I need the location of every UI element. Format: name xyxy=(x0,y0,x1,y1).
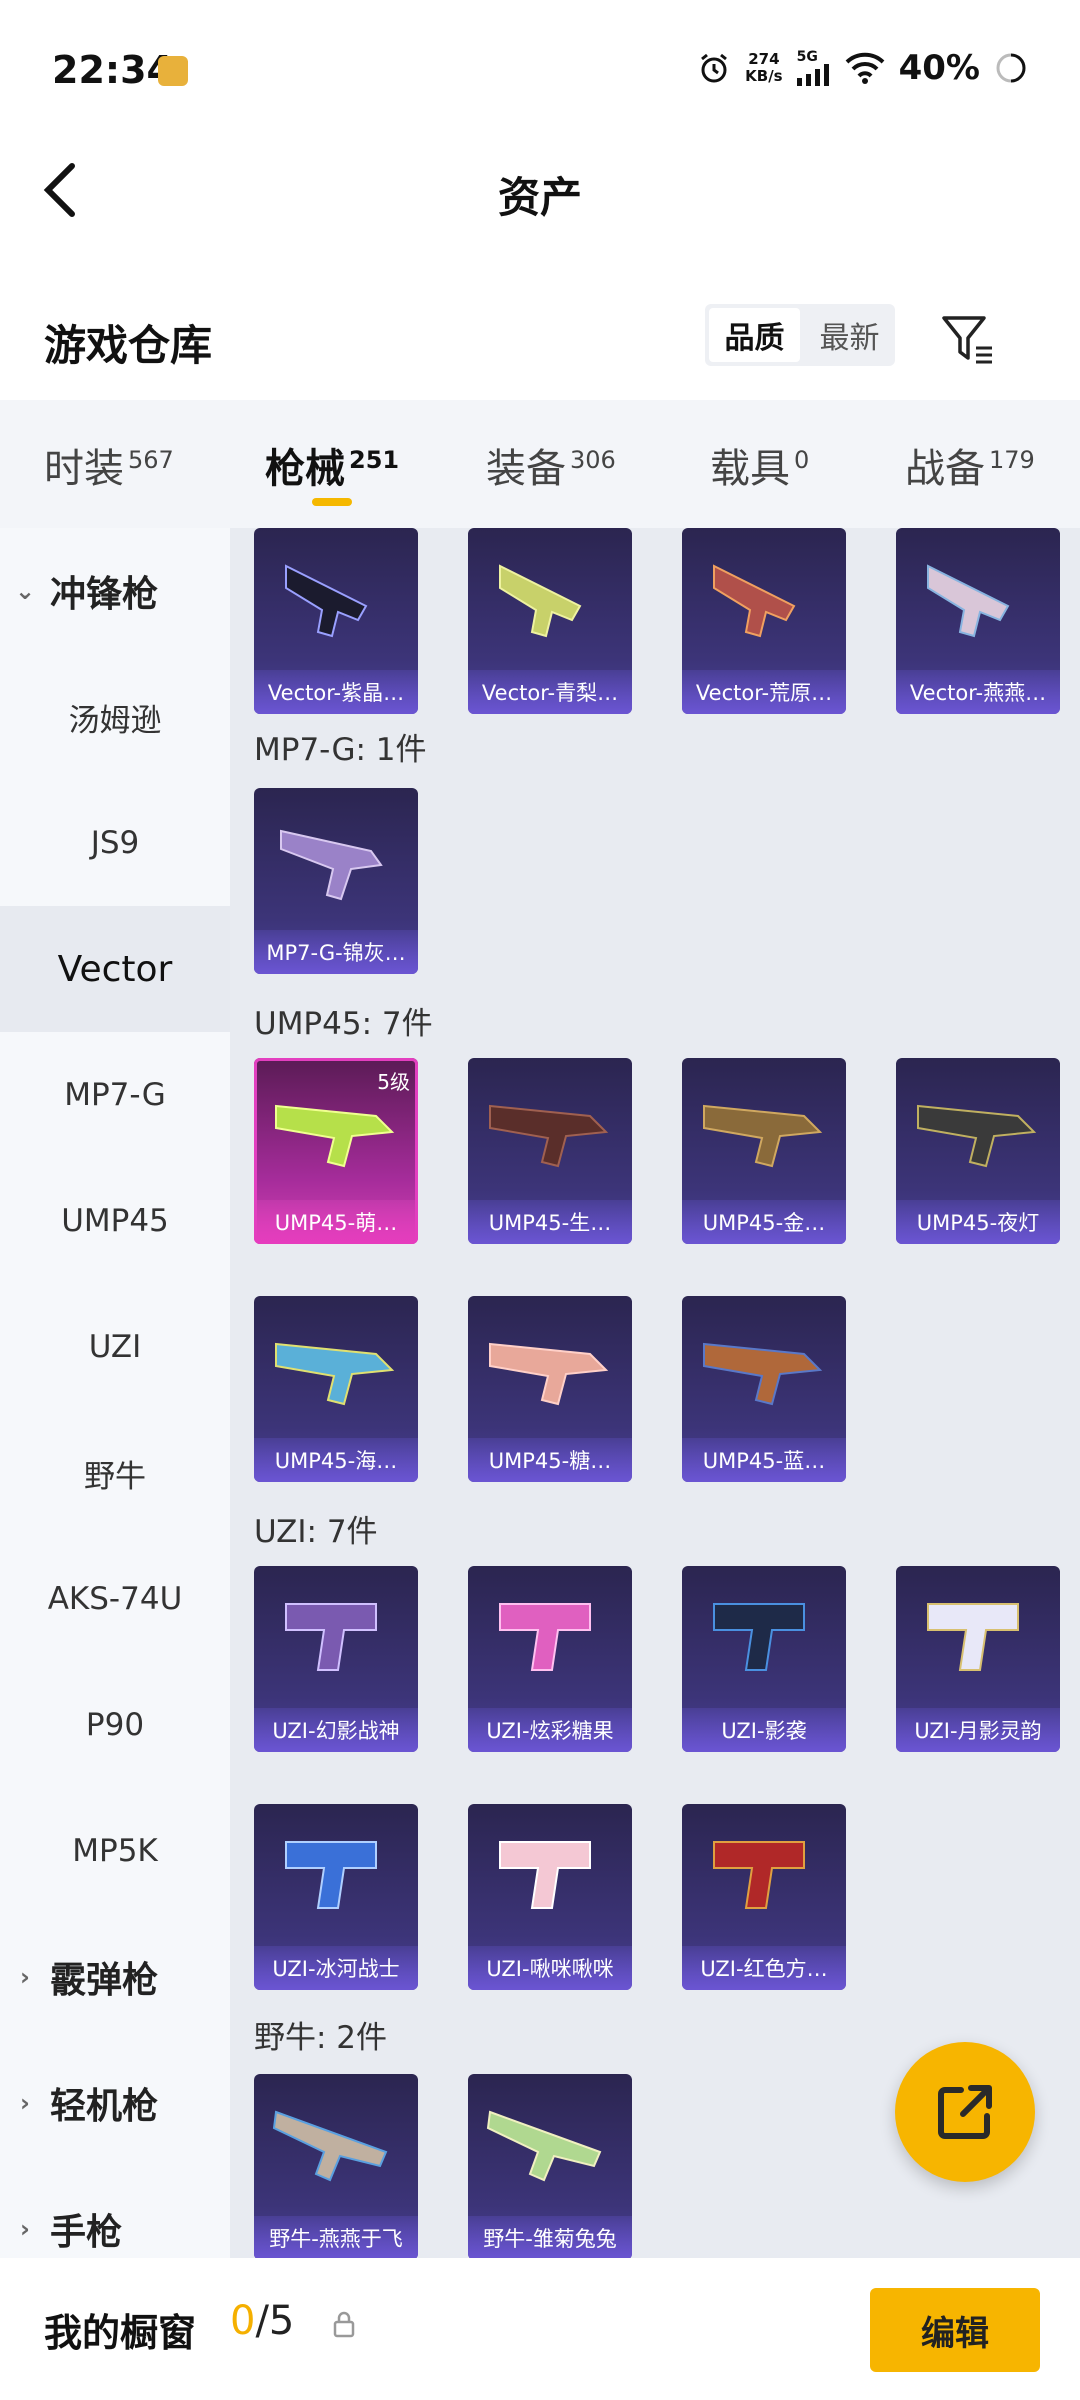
tab-guns[interactable]: 枪械 251 xyxy=(265,436,399,494)
sidebar-item-p90[interactable]: P90 xyxy=(0,1662,230,1788)
weapon-card[interactable]: UZI-啾咪啾咪 xyxy=(468,1804,632,1990)
battery-percent: 40% xyxy=(898,48,980,88)
sidebar-category-pistol[interactable]: › 手枪 xyxy=(0,2166,230,2258)
category-tabs: 时装 567 枪械 251 装备 306 载具 0 战备 179 xyxy=(0,400,1080,528)
weapon-card[interactable]: UMP45-金… xyxy=(682,1058,846,1244)
sort-newest-button[interactable]: 最新 xyxy=(804,304,895,366)
sidebar-item-ump45[interactable]: UMP45 xyxy=(0,1158,230,1284)
sort-toggle: 品质 最新 xyxy=(705,304,895,366)
sidebar-item-mp7g[interactable]: MP7-G xyxy=(0,1032,230,1158)
weapon-card[interactable]: 野牛-雏菊兔兔 xyxy=(468,2074,632,2258)
smg-skin-icon xyxy=(285,564,368,638)
weapon-card[interactable]: UMP45-糖… xyxy=(468,1296,632,1482)
status-time: 22:34 xyxy=(52,48,173,92)
pistol-smg-skin-icon xyxy=(713,1603,805,1671)
title-bar: 资产 xyxy=(0,140,1080,240)
lock-icon xyxy=(333,2311,355,2338)
smg-skin-icon xyxy=(917,1104,1037,1168)
app-notification-icon xyxy=(158,56,188,86)
smg-skin-icon xyxy=(486,2110,602,2182)
smg-skin-icon xyxy=(703,1342,823,1406)
weapon-sidebar: ⌄ 冲锋枪 汤姆逊 JS9 Vector MP7-G UMP45 UZI 野牛 A… xyxy=(0,528,230,2258)
weapon-card[interactable]: UZI-红色方… xyxy=(682,1804,846,1990)
smg-skin-icon xyxy=(272,2110,388,2182)
filter-icon[interactable] xyxy=(940,312,996,368)
smg-skin-icon xyxy=(489,1104,609,1168)
weapon-card[interactable]: 野牛-燕燕于飞 xyxy=(254,2074,418,2258)
tab-supplies[interactable]: 战备 179 xyxy=(905,436,1035,494)
status-icons: 274 KB/s 5G 40% xyxy=(697,48,1028,88)
weapon-card[interactable]: MP7-G-锦灰… xyxy=(254,788,418,974)
chevron-down-icon: ⌄ xyxy=(14,577,36,605)
signal-icon: 5G xyxy=(796,50,831,86)
sidebar-item-vector[interactable]: Vector xyxy=(0,906,230,1032)
chevron-right-icon: › xyxy=(20,1963,30,1991)
smg-skin-icon xyxy=(499,564,582,638)
smg-skin-icon xyxy=(703,1104,823,1168)
pistol-smg-skin-icon xyxy=(285,1841,377,1909)
level-badge: 5级 xyxy=(377,1070,410,1094)
weapon-card[interactable]: UMP45-夜灯 xyxy=(896,1058,1060,1244)
warehouse-header: 游戏仓库 品质 最新 xyxy=(0,290,1080,390)
tab-equipment[interactable]: 装备 306 xyxy=(486,436,616,494)
smg-skin-icon xyxy=(280,829,383,901)
weapon-card[interactable]: UMP45-蓝… xyxy=(682,1296,846,1482)
sidebar-category-shotgun[interactable]: › 霰弹枪 xyxy=(0,1914,230,2040)
pistol-smg-skin-icon xyxy=(499,1603,591,1671)
sidebar-category-smg[interactable]: ⌄ 冲锋枪 xyxy=(0,528,230,654)
share-fab-button[interactable] xyxy=(895,2042,1035,2182)
sidebar-item-aks74u[interactable]: AKS-74U xyxy=(0,1536,230,1662)
external-link-icon xyxy=(938,2085,992,2139)
active-tab-indicator xyxy=(312,498,352,506)
status-bar: 22:34 274 KB/s 5G 40% xyxy=(0,0,1080,140)
sidebar-item-js9[interactable]: JS9 xyxy=(0,780,230,906)
tab-fashion[interactable]: 时装 567 xyxy=(44,436,174,494)
pistol-smg-skin-icon xyxy=(285,1603,377,1671)
weapon-card[interactable]: Vector-燕燕… xyxy=(896,528,1060,714)
group-title-ump45: UMP45: 7件 xyxy=(254,1006,433,1042)
pistol-smg-skin-icon xyxy=(499,1841,591,1909)
weapon-grid: Vector-紫晶… Vector-青梨… Vector-荒原… Vector-… xyxy=(230,528,1080,2258)
weapon-card[interactable]: UZI-幻影战神 xyxy=(254,1566,418,1752)
weapon-card[interactable]: UMP45-生… xyxy=(468,1058,632,1244)
weapon-card[interactable]: Vector-荒原… xyxy=(682,528,846,714)
weapon-card[interactable]: UMP45-海… xyxy=(254,1296,418,1482)
net-speed: 274 KB/s xyxy=(745,50,783,85)
smg-skin-icon xyxy=(927,564,1010,638)
smg-skin-icon xyxy=(489,1342,609,1406)
sidebar-item-uzi[interactable]: UZI xyxy=(0,1284,230,1410)
weapon-card[interactable]: Vector-青梨… xyxy=(468,528,632,714)
pistol-smg-skin-icon xyxy=(927,1603,1019,1671)
weapon-card[interactable]: UZI-影袭 xyxy=(682,1566,846,1752)
chevron-right-icon: › xyxy=(20,2215,30,2243)
sidebar-item-mp5k[interactable]: MP5K xyxy=(0,1788,230,1914)
smg-skin-icon xyxy=(713,564,796,638)
sidebar-item-thompson[interactable]: 汤姆逊 xyxy=(0,654,230,780)
sort-quality-button[interactable]: 品质 xyxy=(709,308,800,362)
smg-skin-icon xyxy=(275,1342,395,1406)
group-title-bison: 野牛: 2件 xyxy=(254,2020,388,2056)
weapon-card[interactable]: UZI-月影灵韵 xyxy=(896,1566,1060,1752)
group-title-mp7g: MP7-G: 1件 xyxy=(254,732,427,768)
group-title-uzi: UZI: 7件 xyxy=(254,1514,378,1550)
warehouse-title: 游戏仓库 xyxy=(44,321,213,370)
weapon-card[interactable]: Vector-紫晶… xyxy=(254,528,418,714)
showcase-count: 0/5 xyxy=(230,2298,295,2344)
wifi-icon xyxy=(845,52,884,84)
tab-vehicles[interactable]: 载具 0 xyxy=(710,436,809,494)
weapon-card[interactable]: 5级 UMP45-萌… xyxy=(254,1058,418,1244)
battery-ring-icon xyxy=(996,53,1026,83)
edit-button[interactable]: 编辑 xyxy=(870,2288,1040,2372)
alarm-icon xyxy=(701,53,728,83)
weapon-card[interactable]: UZI-冰河战士 xyxy=(254,1804,418,1990)
showcase-bar: 我的橱窗 0/5 编辑 xyxy=(0,2258,1080,2400)
sidebar-item-bison[interactable]: 野牛 xyxy=(0,1410,230,1536)
pistol-smg-skin-icon xyxy=(713,1841,805,1909)
showcase-title: 我的橱窗 xyxy=(44,2311,197,2355)
weapon-card[interactable]: UZI-炫彩糖果 xyxy=(468,1566,632,1752)
page-title: 资产 xyxy=(497,173,582,222)
sidebar-category-lmg[interactable]: › 轻机枪 xyxy=(0,2040,230,2166)
chevron-right-icon: › xyxy=(20,2089,30,2117)
